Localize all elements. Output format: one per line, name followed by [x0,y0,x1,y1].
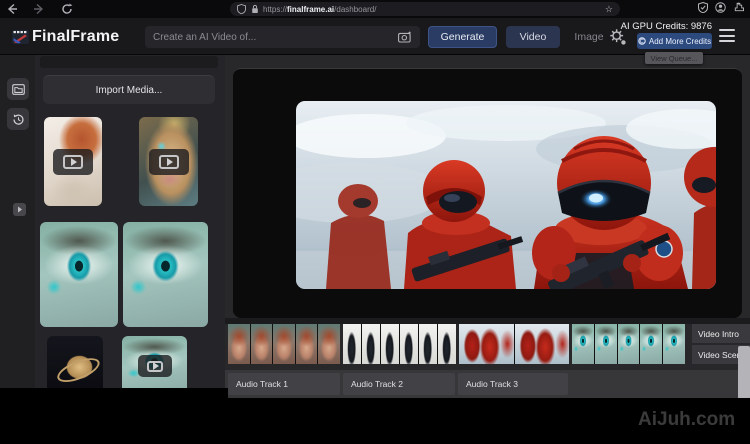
panel-expand-icon[interactable] [13,203,26,216]
media-panel-header [40,56,218,68]
page-url: https://finalframe.ai/dashboard/ [263,5,376,14]
timeline-clip-robots[interactable] [343,324,456,364]
back-icon[interactable] [6,3,18,15]
timeline-clip-soldiers[interactable] [459,324,569,364]
bookmark-star-icon[interactable]: ☆ [605,5,613,14]
video-preview[interactable] [296,101,716,289]
view-queue-button[interactable]: View Queue... [645,52,703,64]
image-mode-button[interactable]: Image [566,26,612,48]
media-thumb-cyborg-eye-video[interactable] [122,336,187,388]
generate-button[interactable]: Generate [428,26,497,48]
timeline-scrollbar[interactable] [738,346,750,399]
media-thumb-goldface-video[interactable] [139,117,198,206]
audio-track-1[interactable]: Audio Track 1 [228,373,340,395]
tracking-shield-icon[interactable] [237,4,246,14]
account-icon[interactable] [715,2,726,13]
credit-coin-icon [638,37,646,45]
media-thumb-cyborg-eye-2[interactable] [123,222,208,327]
reload-icon[interactable] [61,3,73,15]
play-badge-icon [53,149,93,175]
media-thumb-redhead-video[interactable] [44,117,102,206]
video-intro-label: Video Intro [692,324,750,343]
camera-capture-icon[interactable] [398,31,412,43]
timeline-clip-cyborg-eyes[interactable] [572,324,685,364]
red-soldiers-preview-image [296,101,716,289]
video-mode-button[interactable]: Video [506,26,560,48]
import-media-button[interactable]: Import Media... [43,75,215,104]
browser-actions [698,2,744,13]
lock-icon [251,4,259,14]
preview-panel [233,68,742,318]
media-thumb-cyborg-eye-1[interactable] [40,222,118,327]
history-icon[interactable] [7,108,29,130]
media-thumb-saturn[interactable] [47,336,103,388]
audio-track-row: Audio Track 1 Audio Track 2 Audio Track … [225,370,750,398]
extensions-icon[interactable] [733,2,744,13]
play-badge-icon [149,149,189,175]
prompt-search-box [145,26,420,48]
audio-track-3[interactable]: Audio Track 3 [458,373,568,395]
tool-rail [0,55,35,388]
address-bar[interactable]: https://finalframe.ai/dashboard/ ☆ [230,2,620,16]
clapperboard-logo-icon [12,30,29,44]
browser-toolbar: https://finalframe.ai/dashboard/ ☆ [0,0,750,18]
watermark-text: AiJuh.com [638,409,735,431]
protections-shield-icon[interactable] [698,2,708,13]
forward-icon[interactable] [33,3,45,15]
prompt-input[interactable] [153,32,398,43]
app-screen: https://finalframe.ai/dashboard/ ☆ [0,0,750,444]
app-logo[interactable]: FinalFrame [12,28,119,46]
play-badge-icon [138,355,172,377]
gpu-credits-label: AI GPU Credits: 9876 [621,21,712,32]
app-header: FinalFrame Generate Video Image AI GPU C… [0,18,750,55]
menu-hamburger-icon[interactable] [719,29,735,42]
audio-track-2[interactable]: Audio Track 2 [343,373,455,395]
timeline-clip-redhead[interactable] [228,324,340,364]
media-library-icon[interactable] [7,78,29,100]
add-credits-label: Add More Credits [649,37,711,46]
add-credits-button[interactable]: Add More Credits [637,33,712,49]
app-title: FinalFrame [32,28,119,46]
media-panel: Import Media... [35,55,225,388]
